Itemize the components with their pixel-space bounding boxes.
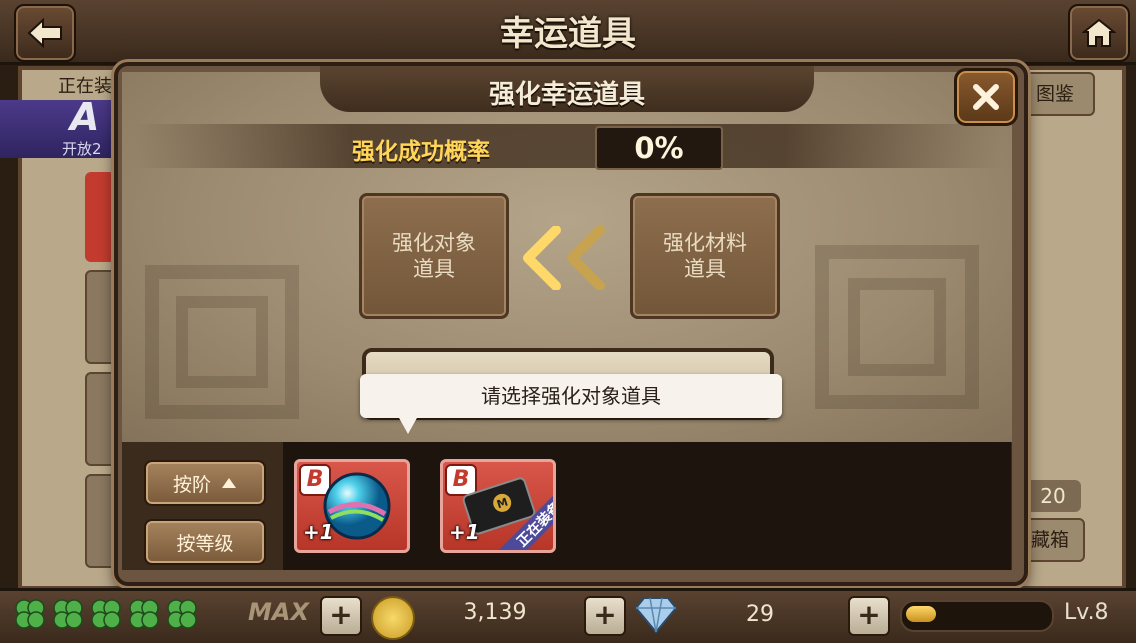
clover-icon bbox=[167, 599, 197, 629]
rank-banner bbox=[0, 100, 120, 158]
success-rate-bar bbox=[134, 124, 1002, 168]
item-card[interactable]: B +1 bbox=[294, 459, 410, 553]
storage-count: 20 bbox=[1025, 480, 1081, 512]
item-level: +1 bbox=[449, 520, 480, 544]
sort-by-level-button[interactable]: 按等级 bbox=[144, 519, 266, 565]
clover-icon bbox=[129, 599, 159, 629]
clover-icon bbox=[91, 599, 121, 629]
sort-tier-label: 按阶 bbox=[172, 473, 211, 496]
gold-coin-icon bbox=[371, 596, 415, 640]
sort-level-label: 按等级 bbox=[176, 532, 234, 555]
success-rate-value: 0% bbox=[595, 126, 723, 170]
double-chevron-left-icon bbox=[520, 225, 610, 294]
material-item-slot[interactable]: 强化材料 道具 bbox=[630, 193, 780, 319]
open-text: 开放2 bbox=[62, 140, 102, 158]
tooltip-tail bbox=[398, 416, 418, 434]
close-x-icon bbox=[973, 84, 999, 110]
close-button[interactable] bbox=[954, 68, 1018, 126]
background-item-card bbox=[85, 172, 115, 262]
hint-tooltip: 请选择强化对象道具 bbox=[360, 374, 782, 418]
item-card-equipped[interactable]: B M +1 正在装备 bbox=[440, 459, 556, 553]
rank-letter: A bbox=[70, 95, 100, 139]
screen-title: 幸运道具 bbox=[500, 14, 636, 54]
player-level: Lv.8 bbox=[1064, 600, 1109, 625]
clover-icon bbox=[53, 599, 83, 629]
add-clover-button[interactable]: + bbox=[320, 596, 362, 636]
modal-title: 强化幸运道具 bbox=[488, 80, 645, 110]
diamond-icon bbox=[634, 596, 678, 638]
add-gold-button[interactable]: + bbox=[584, 596, 626, 636]
sort-by-tier-button[interactable]: 按阶 bbox=[144, 460, 266, 506]
gold-amount: 3,139 bbox=[463, 600, 527, 625]
clover-max-label: MAX bbox=[248, 598, 309, 626]
xp-fill bbox=[906, 606, 936, 622]
home-icon bbox=[1082, 18, 1116, 47]
gem-amount: 29 bbox=[746, 602, 774, 627]
clover-icon bbox=[15, 599, 45, 629]
triangle-up-icon bbox=[222, 478, 236, 488]
home-button[interactable] bbox=[1068, 4, 1130, 62]
item-level: +1 bbox=[303, 520, 334, 544]
target-item-slot[interactable]: 强化对象 道具 bbox=[359, 193, 509, 319]
add-gem-button[interactable]: + bbox=[848, 596, 890, 636]
clover-row bbox=[12, 596, 200, 632]
success-rate-label: 强化成功概率 bbox=[352, 139, 490, 165]
